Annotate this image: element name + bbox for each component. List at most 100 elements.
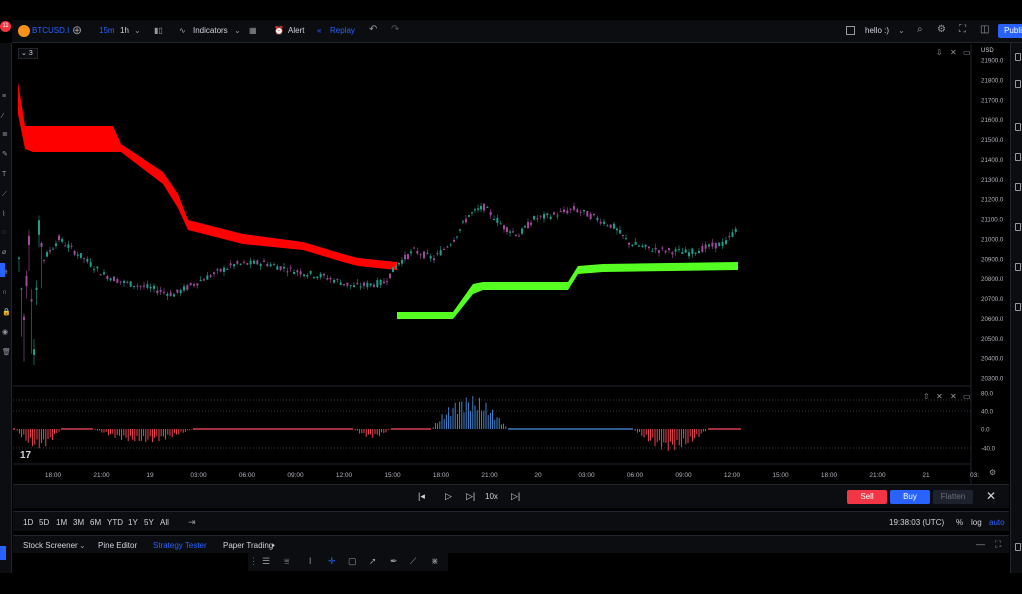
legend-toggle[interactable]: ⌄ 3 <box>18 48 38 59</box>
publish-button[interactable]: Publi <box>998 24 1022 38</box>
fib-icon[interactable]: ≣ <box>2 131 9 138</box>
buy-button[interactable]: Buy <box>890 490 930 504</box>
text-icon[interactable]: T <box>2 171 9 178</box>
range-ytd[interactable]: YTD <box>107 518 123 527</box>
interval-1h[interactable]: 1h <box>120 26 129 35</box>
drag-handle-icon[interactable]: ⋮ <box>249 556 258 567</box>
streams-icon[interactable] <box>1015 223 1021 231</box>
replay-speed[interactable]: 10x <box>485 492 498 501</box>
minimize-panel-icon[interactable]: — <box>976 539 985 549</box>
brush-icon[interactable]: ✎ <box>2 151 9 158</box>
parallel-lines-icon[interactable]: ⩸ <box>284 556 289 567</box>
eye-icon[interactable]: ◉ <box>2 329 9 336</box>
range-1m[interactable]: 1M <box>56 518 67 527</box>
pen-icon[interactable]: ✒ <box>390 556 398 567</box>
tab-strategy-tester[interactable]: Strategy Tester <box>153 541 207 550</box>
osc-collapse-icon[interactable]: ✕ <box>936 392 943 401</box>
range-5y[interactable]: 5Y <box>144 518 154 527</box>
indicators-dropdown-icon[interactable]: ⌄ <box>234 26 241 35</box>
ideas-icon[interactable] <box>1015 183 1021 191</box>
range-1y[interactable]: 1Y <box>128 518 138 527</box>
rewind-icon[interactable]: « <box>317 26 321 35</box>
play-icon[interactable]: ▷ <box>445 491 452 502</box>
alert-button[interactable]: Alert <box>288 26 304 35</box>
indicators-button[interactable]: Indicators <box>193 26 228 35</box>
jump-to-start-icon[interactable]: |◂ <box>418 491 425 502</box>
line-tool-icon[interactable]: ⟋ <box>410 556 416 567</box>
sidebar-toggle[interactable] <box>0 546 6 560</box>
prediction-icon[interactable]: ⌇ <box>2 211 9 218</box>
lock-icon[interactable]: 🔒 <box>2 309 11 316</box>
close-replay-icon[interactable]: ✕ <box>986 489 996 503</box>
osc-up-icon[interactable]: ⇧ <box>923 392 930 401</box>
layout-name[interactable]: hello :) <box>865 26 889 35</box>
auto-toggle[interactable]: auto <box>989 518 1005 527</box>
layouts-grid-icon[interactable]: ▦ <box>249 26 257 35</box>
pattern-icon[interactable]: ⟋ <box>2 191 9 198</box>
shapes-icon[interactable]: ◌ <box>2 229 9 236</box>
range-5d[interactable]: 5D <box>39 518 49 527</box>
pane-down-icon[interactable]: ⇩ <box>936 48 943 57</box>
alerts-icon[interactable] <box>1015 80 1021 88</box>
help-icon[interactable] <box>1015 303 1021 311</box>
menu-icon[interactable]: ≡ <box>2 93 9 100</box>
vertical-line-icon[interactable]: ǀ <box>309 556 311 566</box>
gear-icon[interactable]: ⚙ <box>937 24 946 35</box>
crosshair-icon[interactable]: ✛ <box>328 556 336 567</box>
chart-pane[interactable]: 21900.0 21800.0 21700.0 21600.0 21500.0 21400… <box>13 44 1009 484</box>
calendar-icon[interactable] <box>1015 123 1021 131</box>
data-window-icon[interactable] <box>1015 543 1021 551</box>
range-all[interactable]: All <box>160 518 169 527</box>
search-icon[interactable]: ⌕ <box>917 24 923 35</box>
trend-line-icon[interactable]: ⁄ <box>2 113 9 120</box>
range-6m[interactable]: 6M <box>90 518 101 527</box>
horizontal-lines-icon[interactable]: ☰ <box>262 556 270 567</box>
osc-close-icon[interactable]: ✕ <box>950 392 957 401</box>
chat-icon[interactable] <box>1015 153 1021 161</box>
camera-icon[interactable]: ◫ <box>980 24 989 35</box>
trash-icon[interactable]: 🗑 <box>2 349 11 356</box>
pane-maximize-icon[interactable]: ▭ <box>963 48 971 57</box>
maximize-panel-icon[interactable]: ⛶ <box>995 539 1001 550</box>
pattern-tool-icon[interactable]: ⋇ <box>431 556 439 567</box>
range-1d[interactable]: 1D <box>23 518 33 527</box>
chart-type-icon[interactable]: ▮▯ <box>154 26 163 35</box>
replay-button[interactable]: Replay <box>330 26 355 35</box>
range-3m[interactable]: 3M <box>73 518 84 527</box>
chart-settings-gear-icon[interactable]: ⚙ <box>989 468 996 477</box>
percent-toggle[interactable]: % <box>956 518 963 527</box>
price-chart[interactable]: 21900.0 21800.0 21700.0 21600.0 21500.0 21400… <box>13 44 1009 484</box>
alarm-clock-icon[interactable]: ⏰ <box>274 26 284 35</box>
flatten-button[interactable]: Flatten <box>933 490 973 504</box>
redo-icon[interactable]: ↷ <box>391 24 399 35</box>
tab-paper-trading[interactable]: Paper Trading <box>223 541 273 550</box>
add-symbol-icon[interactable]: ⊕ <box>72 23 82 37</box>
sell-button[interactable]: Sell <box>847 490 887 504</box>
fullscreen-icon[interactable]: ⛶ <box>959 24 966 35</box>
tab-stock-screener[interactable]: Stock Screener <box>23 541 78 550</box>
indicators-icon[interactable]: ∿ <box>179 26 186 35</box>
undo-icon[interactable]: ↶ <box>369 24 377 35</box>
interval-15m[interactable]: 15m <box>99 26 115 35</box>
cursor-icon[interactable]: ➚ <box>369 556 377 567</box>
notification-badge[interactable]: 11 <box>0 21 11 32</box>
utc-clock[interactable]: 19:38:03 (UTC) <box>889 518 944 527</box>
measure-icon[interactable]: ⌀ <box>2 249 9 256</box>
layout-dropdown-icon[interactable]: ⌄ <box>898 26 905 35</box>
log-toggle[interactable]: log <box>971 518 982 527</box>
rectangle-icon[interactable]: ▢ <box>348 556 357 567</box>
osc-maximize-icon[interactable]: ▭ <box>963 392 971 401</box>
step-forward-icon[interactable]: ▷| <box>466 491 475 502</box>
goto-date-icon[interactable]: ⇥ <box>188 517 196 528</box>
pane-collapse-icon[interactable]: ✕ <box>950 48 957 57</box>
magnet-icon[interactable]: ∩ <box>2 289 9 296</box>
screener-dropdown-icon[interactable]: ⌄ <box>79 541 86 550</box>
symbol-search[interactable]: BTCUSD.I <box>32 26 69 35</box>
currency-label[interactable]: USD <box>981 48 994 54</box>
interval-dropdown-icon[interactable]: ⌄ <box>134 26 141 35</box>
notifications-icon[interactable] <box>1015 263 1021 271</box>
checkbox-icon[interactable] <box>846 26 855 35</box>
jump-to-realtime-icon[interactable]: ▷| <box>511 491 520 502</box>
watchlist-icon[interactable] <box>1015 53 1021 61</box>
tab-pine-editor[interactable]: Pine Editor <box>98 541 137 550</box>
